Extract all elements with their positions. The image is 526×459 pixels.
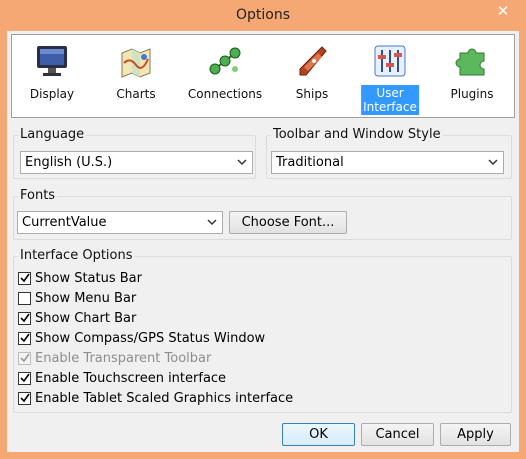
toolbar-item-ships[interactable]: Ships bbox=[276, 39, 348, 117]
title-bar[interactable]: Options ✕ bbox=[0, 0, 526, 31]
show-status-bar-checkbox[interactable]: Show Status Bar bbox=[18, 269, 142, 287]
options-window: Options ✕ Display Charts Connections Shi… bbox=[0, 0, 526, 459]
checkmark-icon bbox=[20, 393, 30, 402]
font-select-value: CurrentValue bbox=[22, 215, 107, 230]
puzzle-icon bbox=[455, 48, 485, 76]
close-button[interactable]: ✕ bbox=[486, 1, 520, 21]
show-compass-gps-status-window-checkbox[interactable]: Show Compass/GPS Status Window bbox=[18, 329, 265, 347]
checkbox-box bbox=[18, 351, 31, 365]
toolbar-item-label-line-2: Interface bbox=[363, 100, 417, 114]
toolbar-item-label: Connections bbox=[187, 87, 263, 101]
ok-button[interactable]: OK bbox=[282, 423, 355, 446]
font-select[interactable]: CurrentValue bbox=[17, 211, 223, 234]
toolbar-item-label: Plugins bbox=[450, 87, 494, 101]
toolbar-item-label: User Interface bbox=[361, 85, 419, 115]
checkbox-box[interactable] bbox=[18, 331, 31, 345]
window-title: Options bbox=[235, 7, 291, 23]
toolbar-style-select-value: Traditional bbox=[276, 155, 344, 170]
checkmark-icon bbox=[20, 353, 30, 362]
language-group-label: Language bbox=[18, 127, 87, 142]
choose-font-button[interactable]: Choose Font... bbox=[229, 211, 347, 234]
sliders-icon bbox=[374, 45, 406, 77]
interface-options-group-label: Interface Options bbox=[18, 248, 135, 263]
checkbox-label: Show Status Bar bbox=[35, 270, 142, 286]
toolbar-item-label: Display bbox=[29, 87, 75, 101]
checkbox-label: Show Chart Bar bbox=[35, 310, 137, 326]
checkbox-label: Enable Touchscreen interface bbox=[35, 370, 227, 386]
checkmark-icon bbox=[20, 273, 30, 282]
language-select[interactable]: English (U.S.) bbox=[20, 151, 253, 174]
checkmark-icon bbox=[20, 333, 30, 342]
enable-transparent-toolbar-checkbox: Enable Transparent Toolbar bbox=[18, 349, 211, 367]
apply-button[interactable]: Apply bbox=[440, 423, 511, 446]
toolbar-style-select[interactable]: Traditional bbox=[271, 151, 504, 174]
toolbar-item-label: Charts bbox=[116, 87, 156, 101]
toolbar-item-charts[interactable]: Charts bbox=[100, 39, 172, 117]
ship-icon bbox=[299, 46, 327, 76]
checkbox-label: Enable Transparent Toolbar bbox=[35, 350, 212, 366]
show-menu-bar-checkbox[interactable]: Show Menu Bar bbox=[18, 289, 136, 307]
toolbar-item-connections[interactable]: Connections bbox=[184, 39, 266, 117]
checkbox-label: Enable Tablet Scaled Graphics interface bbox=[35, 390, 294, 406]
category-toolbar: Display Charts Connections Ships User In… bbox=[11, 34, 515, 118]
chevron-down-icon bbox=[207, 219, 217, 226]
cancel-button[interactable]: Cancel bbox=[361, 423, 434, 446]
dialog-client-area: Display Charts Connections Ships User In… bbox=[7, 31, 519, 452]
checkbox-box[interactable] bbox=[18, 311, 31, 325]
enable-tablet-scaled-graphics-checkbox[interactable]: Enable Tablet Scaled Graphics interface bbox=[18, 389, 293, 407]
checkbox-box[interactable] bbox=[18, 371, 31, 385]
toolbar-item-user-interface[interactable]: User Interface bbox=[354, 39, 426, 117]
checkbox-box[interactable] bbox=[18, 271, 31, 285]
toolbar-item-label-line-1: User bbox=[376, 86, 404, 100]
chevron-down-icon bbox=[237, 159, 247, 166]
language-select-value: English (U.S.) bbox=[25, 155, 113, 170]
toolbar-style-group-label: Toolbar and Window Style bbox=[271, 127, 443, 142]
checkbox-label: Show Compass/GPS Status Window bbox=[35, 330, 266, 346]
toolbar-item-display[interactable]: Display bbox=[16, 39, 88, 117]
toolbar-item-label: Ships bbox=[295, 87, 329, 101]
chevron-down-icon bbox=[488, 159, 498, 166]
checkbox-box[interactable] bbox=[18, 391, 31, 405]
charts-icon bbox=[121, 48, 151, 78]
checkbox-box[interactable] bbox=[18, 291, 31, 305]
toolbar-item-plugins[interactable]: Plugins bbox=[436, 39, 508, 117]
checkmark-icon bbox=[20, 313, 30, 322]
monitor-icon bbox=[37, 46, 67, 76]
fonts-group-label: Fonts bbox=[18, 188, 58, 203]
checkmark-icon bbox=[20, 373, 30, 382]
connections-icon bbox=[209, 47, 241, 75]
checkbox-label: Show Menu Bar bbox=[35, 290, 137, 306]
close-icon: ✕ bbox=[496, 2, 510, 20]
show-chart-bar-checkbox[interactable]: Show Chart Bar bbox=[18, 309, 136, 327]
enable-touchscreen-interface-checkbox[interactable]: Enable Touchscreen interface bbox=[18, 369, 226, 387]
